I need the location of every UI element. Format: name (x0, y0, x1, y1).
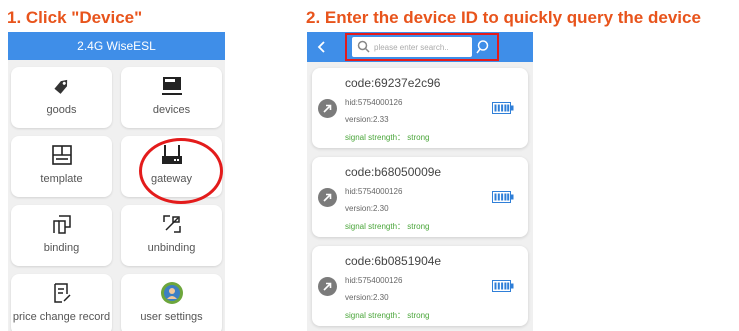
menu-item-label: binding (43, 242, 80, 254)
battery-icon (492, 279, 514, 297)
device-icon (121, 74, 222, 98)
arrow-up-right-icon[interactable] (318, 188, 337, 207)
device-code: code:6b0851904e (345, 254, 442, 268)
arrow-up-right-icon[interactable] (318, 99, 337, 118)
app-header-title: 2.4G WiseESL (8, 32, 225, 60)
step-2-title: 2. Enter the device ID to quickly query … (306, 8, 701, 27)
device-signal: signal strength： strong (345, 311, 430, 320)
menu-item-binding[interactable]: binding (11, 205, 112, 266)
menu-item-label: unbinding (147, 242, 196, 254)
menu-item-goods[interactable]: goods (11, 67, 112, 128)
record-icon (11, 281, 112, 305)
search-button-icon[interactable] (475, 39, 491, 55)
menu-item-label: price change record (12, 311, 111, 323)
device-hid: hid:5754000126 (345, 98, 403, 107)
device-hid: hid:5754000126 (345, 276, 403, 285)
menu-item-price-change-record[interactable]: price change record (11, 274, 112, 331)
menu-item-gateway[interactable]: gateway (121, 136, 222, 197)
menu-item-label: goods (46, 104, 77, 116)
battery-icon (492, 190, 514, 208)
device-list-item[interactable]: code:b68050009e hid:5754000126 version:2… (312, 157, 528, 237)
device-list-screen: code:69237e2c96 hid:5754000126 version:2… (307, 32, 533, 331)
step-1-title: 1. Click "Device" (7, 8, 143, 27)
device-version: version:2.30 (345, 293, 389, 302)
menu-item-unbinding[interactable]: unbinding (121, 205, 222, 266)
device-list-item[interactable]: code:6b0851904e hid:5754000126 version:2… (312, 246, 528, 326)
binding-icon (11, 212, 112, 236)
template-icon (11, 143, 112, 167)
search-icon (357, 40, 370, 58)
device-hid: hid:5754000126 (345, 187, 403, 196)
menu-item-label: user settings (140, 311, 203, 323)
menu-item-user-settings[interactable]: user settings (121, 274, 222, 331)
device-version: version:2.33 (345, 115, 389, 124)
home-screen: 2.4G WiseESL goods devices template gate… (8, 32, 225, 331)
search-box (352, 37, 472, 57)
device-list-item[interactable]: code:69237e2c96 hid:5754000126 version:2… (312, 68, 528, 148)
search-header (307, 32, 533, 62)
tag-icon (11, 74, 112, 98)
arrow-up-right-icon[interactable] (318, 277, 337, 296)
device-signal: signal strength： strong (345, 133, 430, 142)
avatar-icon (121, 281, 222, 305)
menu-item-devices[interactable]: devices (121, 67, 222, 128)
menu-item-label: gateway (151, 173, 192, 185)
back-arrow-icon[interactable] (314, 39, 330, 55)
menu-item-template[interactable]: template (11, 136, 112, 197)
device-code: code:b68050009e (345, 165, 442, 179)
device-version: version:2.30 (345, 204, 389, 213)
search-input[interactable] (374, 40, 469, 54)
gateway-icon (121, 143, 222, 167)
device-signal: signal strength： strong (345, 222, 430, 231)
unbinding-icon (121, 212, 222, 236)
menu-item-label: template (40, 173, 83, 185)
menu-item-label: devices (152, 104, 191, 116)
battery-icon (492, 101, 514, 119)
device-code: code:69237e2c96 (345, 76, 441, 90)
